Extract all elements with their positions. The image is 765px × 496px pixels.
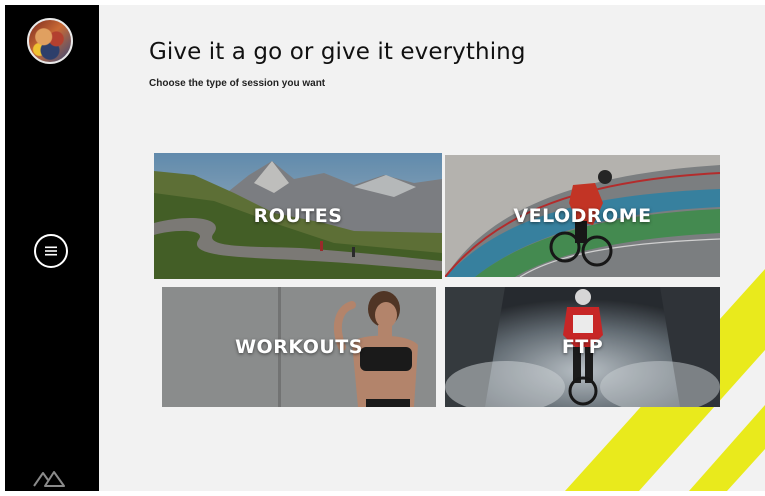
session-card-ftp-label: FTP xyxy=(561,336,604,358)
page-subtitle: Choose the type of session you want xyxy=(149,78,326,89)
menu-icon xyxy=(45,246,57,256)
session-card-routes-label: ROUTES xyxy=(253,205,343,227)
main-content: Give it a go or give it everything Choos… xyxy=(99,5,765,491)
session-card-workouts[interactable]: WORKOUTS xyxy=(162,287,436,407)
session-card-velodrome[interactable]: VELODROME xyxy=(445,155,720,277)
menu-button[interactable] xyxy=(34,234,68,268)
brand-logo-icon xyxy=(33,471,65,487)
sidebar xyxy=(5,5,99,491)
session-card-ftp[interactable]: FTP xyxy=(445,287,720,407)
session-card-routes[interactable]: ROUTES xyxy=(154,153,442,279)
session-card-workouts-label: WORKOUTS xyxy=(235,336,363,358)
session-card-velodrome-label: VELODROME xyxy=(513,205,652,227)
profile-avatar[interactable] xyxy=(27,18,73,64)
page-title: Give it a go or give it everything xyxy=(149,39,526,65)
